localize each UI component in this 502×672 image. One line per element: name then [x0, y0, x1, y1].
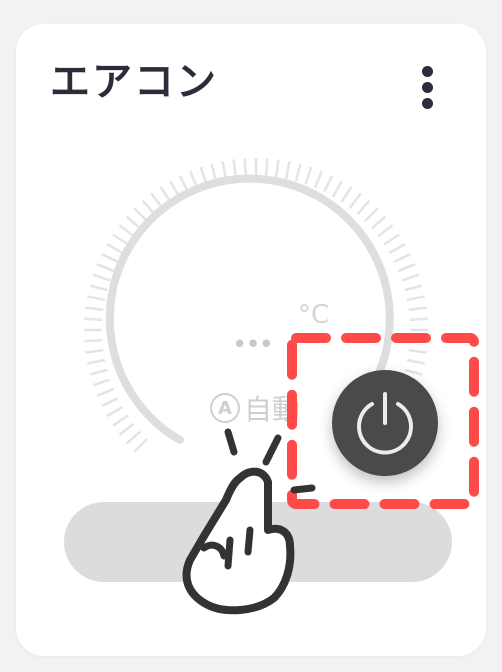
- temperature-unit: °C: [298, 300, 330, 330]
- dial-tick: [388, 242, 406, 255]
- dial-tick: [118, 422, 135, 436]
- dial-tick: [85, 306, 104, 312]
- dial-tick: [87, 358, 106, 365]
- dial-tick: [96, 263, 115, 273]
- dial-tick: [125, 215, 142, 230]
- dial-tick: [331, 180, 344, 198]
- dial-tick: [401, 273, 420, 282]
- dial-tick: [264, 158, 269, 177]
- dial-tick: [304, 166, 313, 185]
- dial-tick: [232, 159, 238, 178]
- mode-label: 自動: [244, 393, 301, 426]
- dial-tick: [112, 233, 129, 246]
- dial-tick: [294, 163, 302, 182]
- dial-tick: [84, 317, 103, 322]
- dial-tick: [101, 396, 119, 408]
- dial-tick: [133, 207, 148, 222]
- dial-tick: [221, 161, 228, 180]
- dial-tick: [313, 170, 323, 189]
- power-button[interactable]: [332, 370, 438, 476]
- dial-tick: [348, 192, 362, 209]
- dial-tick: [85, 348, 104, 354]
- dial-tick: [106, 405, 124, 418]
- dial-tick: [397, 263, 416, 273]
- dial-tick: [133, 438, 148, 453]
- dial-tick: [322, 175, 334, 193]
- dial-tick: [89, 368, 108, 376]
- dial-tick: [106, 242, 124, 255]
- dial-tick: [274, 159, 280, 178]
- dial-tick: [96, 387, 115, 397]
- dial-tick: [112, 414, 129, 427]
- dial-tick: [377, 224, 394, 238]
- power-icon: [357, 392, 413, 455]
- dial-tick: [406, 358, 425, 365]
- dial-tick: [364, 207, 379, 222]
- dial-tick: [408, 306, 427, 312]
- dial-tick: [408, 348, 427, 354]
- dial-tick: [406, 295, 425, 302]
- dial-tick: [125, 430, 142, 445]
- dial-tick: [92, 378, 111, 387]
- dial-tick: [101, 252, 119, 264]
- dial-tick: [409, 338, 428, 343]
- dial-tick: [340, 186, 353, 203]
- dial-tick: [284, 161, 291, 180]
- dial-tick: [141, 199, 156, 216]
- dial-tick: [243, 158, 248, 177]
- mode-indicator: A 自動: [210, 388, 300, 428]
- dial-tick: [370, 215, 387, 230]
- dial-tick: [89, 284, 108, 292]
- dial-tick: [92, 273, 111, 282]
- dial-tick: [356, 199, 371, 216]
- operate-button[interactable]: 操作: [64, 502, 452, 582]
- temperature-value: •••: [232, 330, 274, 360]
- dial-tick: [383, 233, 400, 246]
- dial-tick: [393, 252, 411, 264]
- dial-tick: [87, 295, 106, 302]
- dial-tick: [409, 317, 428, 322]
- dial-tick: [118, 224, 135, 238]
- dial-tick: [210, 163, 218, 182]
- dial-tick: [404, 284, 423, 292]
- auto-mode-icon: A: [210, 393, 240, 423]
- dial-tick: [84, 338, 103, 343]
